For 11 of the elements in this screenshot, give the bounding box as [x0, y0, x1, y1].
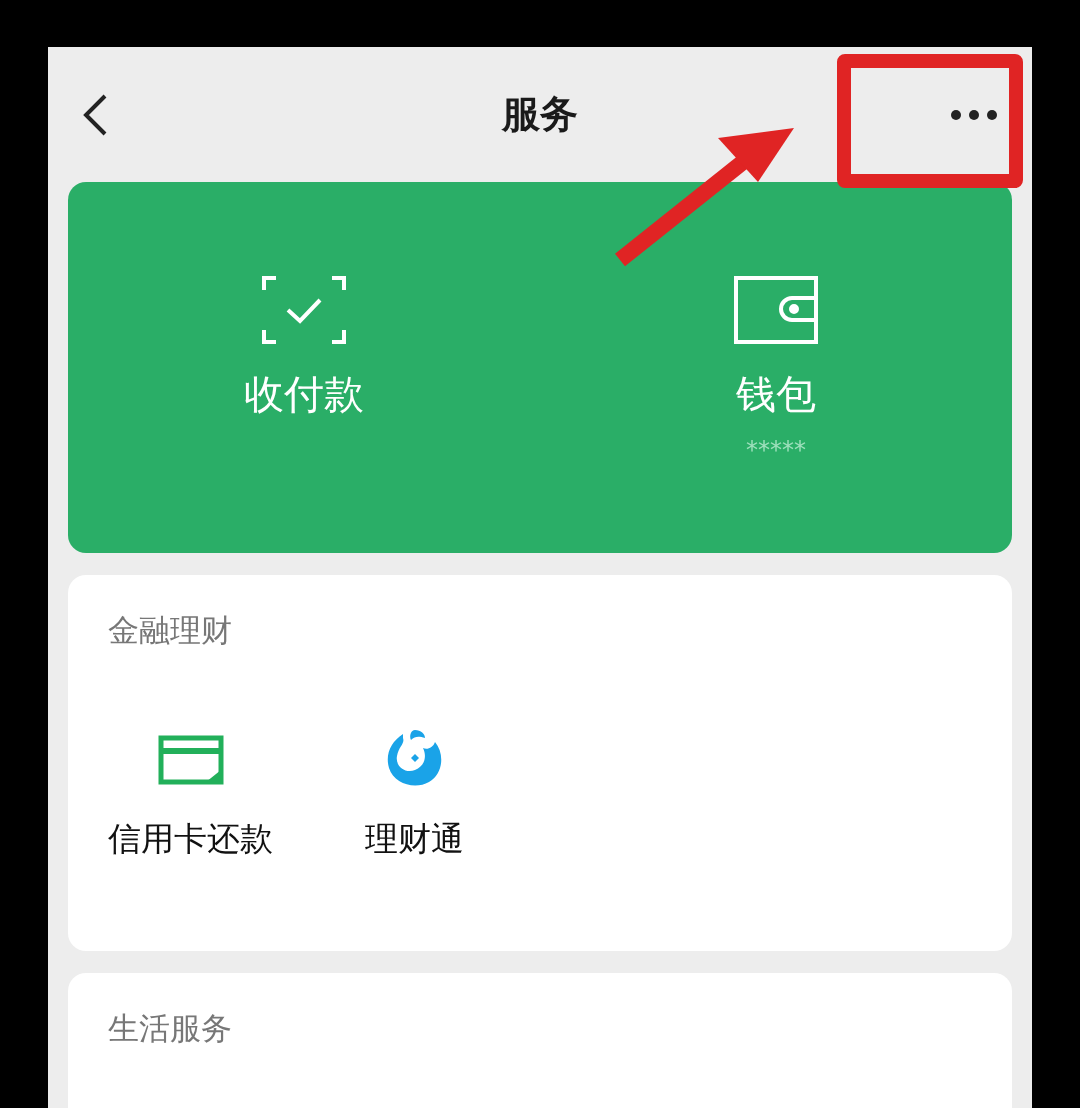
scan-check-icon [262, 276, 346, 344]
service-item[interactable]: 理财通 [365, 728, 464, 855]
section-title: 生活服务 [108, 1010, 232, 1046]
page-title: 服务 [502, 91, 578, 138]
service-item[interactable]: 信用卡还款 [108, 728, 273, 855]
more-icon[interactable] [950, 108, 998, 121]
section-title: 金融理财 [108, 612, 232, 648]
back-icon[interactable] [82, 93, 108, 136]
wallet-balance: ***** [746, 435, 806, 466]
wallet-icon [734, 276, 818, 344]
card-icon [157, 735, 224, 785]
